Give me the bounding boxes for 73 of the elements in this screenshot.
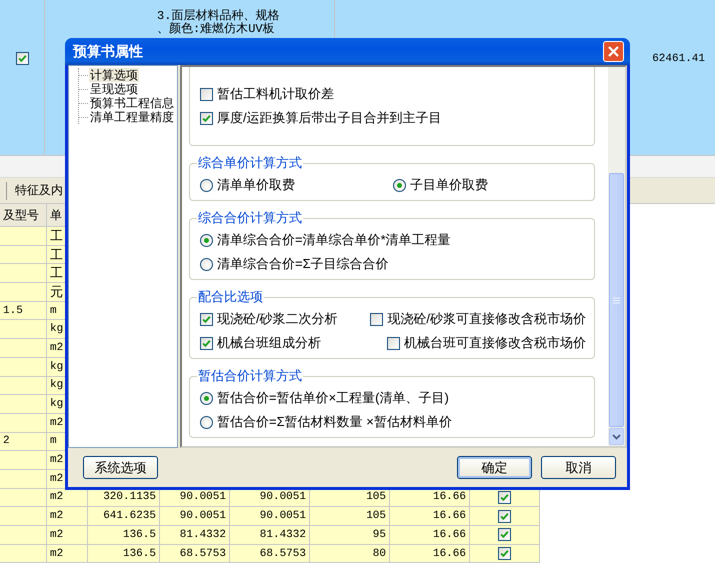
checkbox[interactable] [200,112,213,124]
checkbox[interactable] [387,336,400,350]
system-options-button[interactable]: 系统选项 [83,456,158,479]
close-icon [607,45,620,58]
table-cell: 1.5 [0,302,47,320]
table-cell: 2 [0,432,47,452]
tree-item[interactable]: 预算书工程信息 [89,96,175,110]
chevron-down-icon [612,434,621,440]
table-cell: 136.5 [88,544,160,563]
table-cell: 95 [310,526,390,545]
table-cell: 81.4332 [160,526,230,545]
tree-item[interactable]: 计算选项 [89,68,139,82]
window-title: 预算书属性 [73,42,144,60]
table-cell: 16.66 [390,507,470,526]
table-cell: 16.66 [390,544,470,563]
cancel-button[interactable]: 取消 [541,456,616,479]
table-cell: 641.6235 [88,507,160,526]
radio-button[interactable] [200,258,213,270]
radio-button[interactable] [200,178,213,192]
table-cell: m2 [47,526,88,545]
checkbox[interactable] [370,312,384,326]
table-cell: 90.0051 [230,507,310,526]
grip-icon [613,296,620,304]
radio-button[interactable] [200,416,213,428]
close-button[interactable] [603,41,624,62]
checkbox[interactable] [16,52,28,65]
table-cell: 80 [310,544,390,563]
table-cell: 81.4332 [230,526,310,545]
group-title: 暂估合价计算方式 [197,367,303,385]
checkbox[interactable] [498,490,511,504]
option-label: 暂估合价=Σ暂估材料数量 ×暂估材料单价 [217,413,452,431]
table-cell: 68.5753 [230,544,310,563]
radio-button[interactable] [393,178,406,192]
option-label: 机械台班可直接修改含税市场价 [404,334,586,352]
checkbox[interactable] [200,336,213,350]
option-label: 暂估合价=暂估单价×工程量(清单、子目) [217,389,449,407]
checkbox[interactable] [498,547,511,560]
amount-cell: 62461.41 [652,52,705,64]
table-cell: m2 [47,507,88,526]
table-cell: 68.5753 [160,544,230,563]
column-header: 及型号 [0,204,47,227]
checkbox[interactable] [200,312,213,326]
checkbox[interactable] [200,88,213,100]
option-label: 子目单价取费 [410,176,488,194]
radio-button[interactable] [200,392,213,404]
option-label: 清单单价取费 [217,176,295,194]
tree-item[interactable]: 清单工程量精度 [89,110,175,124]
option-label: 机械台班组成分析 [217,334,321,352]
scroll-thumb[interactable] [609,173,624,427]
table-cell: 90.0051 [160,507,230,526]
option-label: 清单综合合价=清单综合单价*清单工程量 [217,231,451,249]
scroll-down-button[interactable] [609,428,624,445]
toolbar-tab[interactable]: 特征及内 [15,182,63,199]
option-label: 现浇砼/砂浆可直接修改含税市场价 [387,310,586,328]
table-cell: 136.5 [88,526,160,545]
group-title: 综合合价计算方式 [197,209,303,227]
table-cell: 105 [310,507,390,526]
table-cell: 16.66 [390,526,470,545]
description-line: 、颜色:难燃仿木UV板 [157,23,276,36]
table-cell: m2 [47,488,88,508]
group-title: 配合比选项 [197,288,264,306]
radio-button[interactable] [200,234,213,246]
option-label: 清单综合合价=Σ子目综合合价 [217,255,389,273]
group-title: 综合单价计算方式 [197,154,303,172]
table-cell: m2 [47,544,88,563]
description-line: 3.面层材料品种、规格 [157,10,280,23]
tree-item[interactable]: 呈现选项 [89,82,139,96]
option-label: 厚度/运距换算后带出子目合并到主子目 [217,109,442,127]
option-label: 现浇砼/砂浆二次分析 [217,310,338,328]
checkbox[interactable] [498,528,511,542]
option-label: 暂估工料机计取价差 [217,85,334,103]
checkbox[interactable] [498,510,511,523]
ok-button[interactable]: 确定 [457,456,532,479]
